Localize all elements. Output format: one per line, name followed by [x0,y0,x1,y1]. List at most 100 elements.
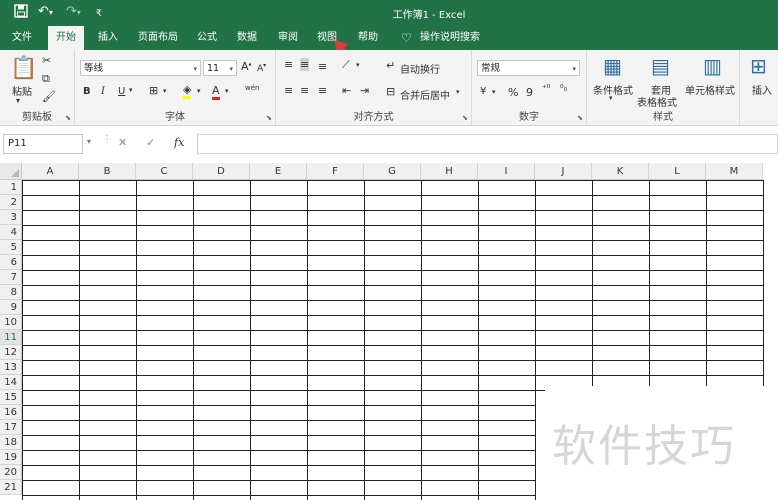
fill-color-icon[interactable]: ◈ [183,83,192,99]
align-center-icon[interactable]: ≡ [300,84,309,97]
tab-formulas[interactable]: 公式 [189,26,225,50]
column-header-g[interactable]: G [364,163,421,180]
format-painter-icon[interactable]: 🖌 [42,90,56,103]
column-header-i[interactable]: I [478,163,535,180]
decrease-indent-icon[interactable]: ⇤ [342,84,351,97]
row-header-15[interactable]: 15 [0,390,22,405]
column-header-j[interactable]: J [535,163,592,180]
align-top-icon[interactable]: ≡ [284,58,293,71]
align-right-icon[interactable]: ≡ [318,84,327,97]
font-launcher-icon[interactable]: ⬊ [266,114,272,122]
row-header-8[interactable]: 8 [0,285,22,300]
name-box[interactable]: P11 [3,134,83,154]
orientation-icon[interactable]: ⟋ [342,58,350,72]
row-header-7[interactable]: 7 [0,270,22,285]
row-header-17[interactable]: 17 [0,420,22,435]
row-header-11[interactable]: 11 [0,330,22,345]
column-header-f[interactable]: F [307,163,364,180]
font-color-button[interactable]: A [212,84,220,100]
align-left-icon[interactable]: ≡ [284,84,293,97]
column-header-a[interactable]: A [22,163,79,180]
decrease-decimal-icon[interactable]: ⁰₀ [560,84,567,94]
copy-icon[interactable]: ⧉ [42,72,50,86]
row-header-9[interactable]: 9 [0,300,22,315]
tab-page-layout[interactable]: 页面布局 [130,26,186,50]
clipboard-launcher-icon[interactable]: ⬊ [65,114,71,122]
insert-cells-button[interactable]: 插入 [752,82,772,97]
number-format-select[interactable]: 常规 ▾ [477,60,580,76]
comma-style-button[interactable]: 9 [526,86,533,99]
fill-color-dropdown-icon[interactable]: ▾ [197,87,201,95]
align-middle-icon[interactable]: ≡ [300,58,310,71]
column-header-e[interactable]: E [250,163,307,180]
tell-me-search[interactable]: 操作说明搜索 [412,26,488,50]
column-header-d[interactable]: D [193,163,250,180]
cut-icon[interactable]: ✂ [42,54,51,67]
paste-icon[interactable]: 📋 [10,56,37,81]
font-name-select[interactable]: 等线 ▾ [80,60,201,76]
phonetic-button[interactable]: wén [245,84,259,92]
row-header-3[interactable]: 3 [0,210,22,225]
italic-button[interactable]: I [101,86,105,97]
align-bottom-icon[interactable]: ≡ [318,60,327,73]
orientation-dropdown-icon[interactable]: ▾ [356,61,360,69]
font-size-select[interactable]: 11 ▾ [203,60,237,76]
wrap-text-icon[interactable]: ↵ [386,59,395,72]
increase-decimal-icon[interactable]: ⁺⁰ [542,84,550,94]
row-header-10[interactable]: 10 [0,315,22,330]
row-header-18[interactable]: 18 [0,435,22,450]
row-header-14[interactable]: 14 [0,375,22,390]
increase-indent-icon[interactable]: ⇥ [360,84,369,97]
number-launcher-icon[interactable]: ⬊ [577,114,583,122]
accounting-format-button[interactable]: ¥ [480,86,486,97]
row-header-20[interactable]: 20 [0,465,22,480]
wrap-text-button[interactable]: 自动换行 [400,61,440,76]
row-header-6[interactable]: 6 [0,255,22,270]
column-header-b[interactable]: B [79,163,136,180]
enter-icon[interactable]: ✓ [146,136,155,149]
row-header-12[interactable]: 12 [0,345,22,360]
insert-function-icon[interactable]: fx [174,136,184,149]
merge-dropdown-icon[interactable]: ▾ [456,88,460,96]
font-color-dropdown-icon[interactable]: ▾ [225,87,229,95]
tab-file[interactable]: 文件 [4,26,40,50]
row-header-2[interactable]: 2 [0,195,22,210]
row-header-4[interactable]: 4 [0,225,22,240]
grow-font-button[interactable]: A▴ [241,60,252,73]
merge-center-button[interactable]: 合并后居中 [400,87,450,102]
cancel-icon[interactable]: ✕ [118,136,127,149]
border-icon[interactable]: ⊞ [149,84,158,97]
row-header-21[interactable]: 21 [0,480,22,495]
row-header-1[interactable]: 1 [0,180,22,195]
name-box-dropdown-icon[interactable]: ▾ [87,137,91,146]
accounting-dropdown-icon[interactable]: ▾ [492,88,496,96]
row-header-5[interactable]: 5 [0,240,22,255]
paste-button[interactable]: 粘贴 [12,83,32,98]
conditional-format-button[interactable]: 条件格式 [593,82,633,97]
format-table-button[interactable]: 表格格式 [637,94,677,109]
column-header-k[interactable]: K [592,163,649,180]
tab-home[interactable]: 开始 [48,26,84,50]
column-header-m[interactable]: M [706,163,763,180]
column-header-c[interactable]: C [136,163,193,180]
row-header-19[interactable]: 19 [0,450,22,465]
column-header-h[interactable]: H [421,163,478,180]
formula-input[interactable] [197,134,778,154]
tab-data[interactable]: 数据 [229,26,265,50]
percent-style-button[interactable]: % [508,86,518,99]
column-header-l[interactable]: L [649,163,706,180]
underline-dropdown-icon[interactable]: ▾ [129,86,133,94]
tab-insert[interactable]: 插入 [90,26,126,50]
row-header-16[interactable]: 16 [0,405,22,420]
border-dropdown-icon[interactable]: ▾ [163,87,167,95]
row-header-13[interactable]: 13 [0,360,22,375]
shrink-font-button[interactable]: A▾ [257,62,266,74]
tab-review[interactable]: 审阅 [270,26,306,50]
conditional-dropdown-icon[interactable]: ▾ [609,94,613,102]
underline-button[interactable]: U [118,86,125,97]
select-all-button[interactable] [0,163,22,180]
paste-dropdown-icon[interactable]: ▾ [16,96,20,105]
bold-button[interactable]: B [83,86,91,97]
cell-styles-button[interactable]: 单元格样式 [685,82,735,97]
alignment-launcher-icon[interactable]: ⬊ [462,114,468,122]
